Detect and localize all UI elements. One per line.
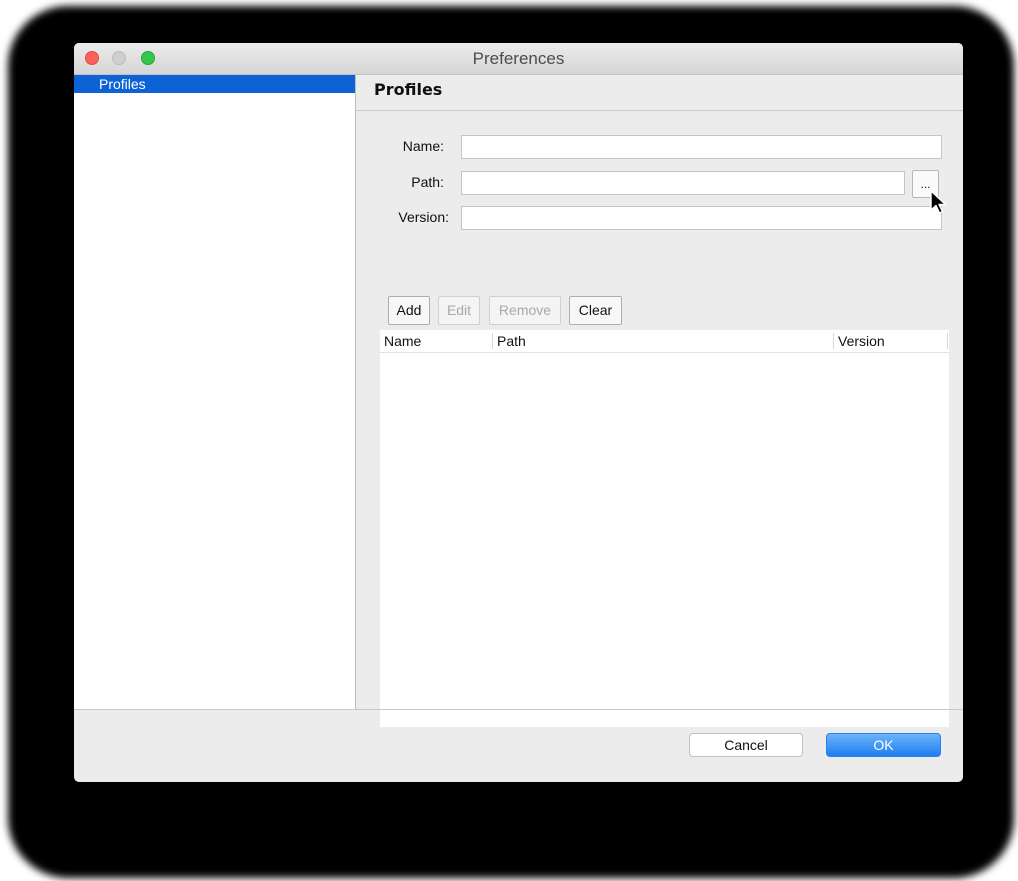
remove-button[interactable]: Remove [489,296,561,325]
name-field[interactable] [461,135,942,159]
sidebar-item-label: Profiles [99,76,146,92]
preferences-window: Preferences Profiles Profiles Name: Path… [74,43,963,782]
column-header-name[interactable]: Name [380,330,492,352]
path-field[interactable] [461,171,905,195]
window-title: Preferences [472,49,565,68]
sidebar: Profiles [74,75,356,709]
version-field[interactable] [461,206,942,230]
section-header: Profiles [356,75,963,111]
ok-button[interactable]: OK [826,733,941,757]
name-label: Name: [402,138,444,154]
version-label: Version: [398,209,449,225]
path-label: Path: [411,174,444,190]
profiles-table[interactable]: Name Path Version [380,330,949,727]
clear-button[interactable]: Clear [569,296,622,325]
mouse-pointer-icon [930,190,947,214]
column-separator [947,333,948,349]
section-title: Profiles [374,80,443,99]
column-header-version[interactable]: Version [834,330,947,352]
edit-button[interactable]: Edit [438,296,480,325]
table-header: Name Path Version [380,330,949,353]
cancel-button[interactable]: Cancel [689,733,803,757]
footer-divider [74,709,963,710]
profiles-panel: Profiles Name: Path: ... Version: Add Ed… [356,75,963,727]
sidebar-item-profiles[interactable]: Profiles [74,75,355,93]
title-bar[interactable]: Preferences [74,43,963,75]
add-button[interactable]: Add [388,296,430,325]
column-header-path[interactable]: Path [493,330,833,352]
